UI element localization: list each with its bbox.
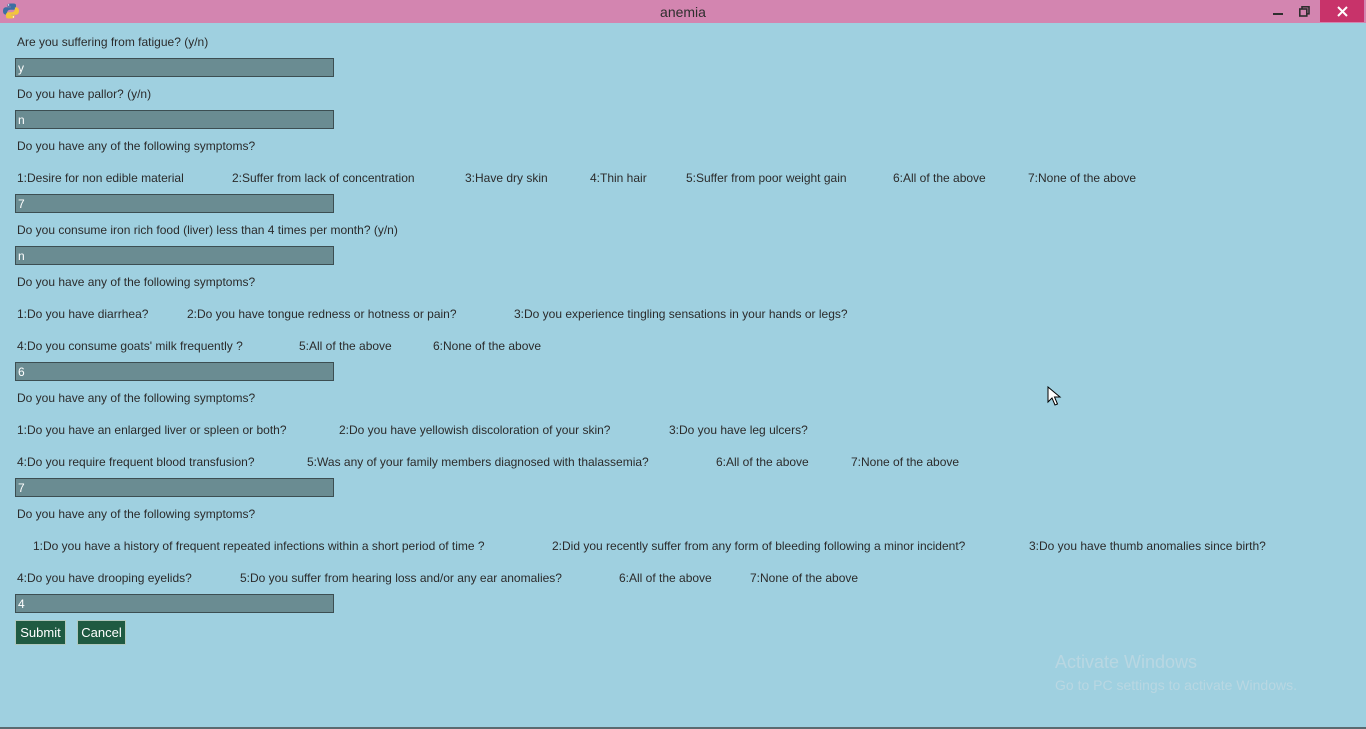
minimize-icon xyxy=(1273,13,1283,15)
symptom-option: 5:All of the above xyxy=(299,339,392,353)
symptom-option: 6:None of the above xyxy=(433,339,542,353)
symptom-option: 7:None of the above xyxy=(851,455,960,469)
question-pallor-label: Do you have pallor? (y/n) xyxy=(17,87,152,101)
symptom-option: 3:Do you have thumb anomalies since birt… xyxy=(1029,539,1266,553)
mouse-pointer-icon xyxy=(1047,386,1062,406)
symptom-option: 5:Suffer from poor weight gain xyxy=(686,171,847,185)
window-title: anemia xyxy=(660,4,706,20)
symptom-option: 7:None of the above xyxy=(750,571,859,585)
question-symptoms-3-label: Do you have any of the following symptom… xyxy=(17,391,256,405)
minimize-button[interactable] xyxy=(1266,0,1290,22)
symptom-option: 3:Have dry skin xyxy=(465,171,548,185)
symptom-option: 1:Do you have diarrhea? xyxy=(17,307,149,321)
symptom-option: 6:All of the above xyxy=(619,571,712,585)
question-symptoms-2-label: Do you have any of the following symptom… xyxy=(17,275,256,289)
title-bar[interactable]: anemia xyxy=(0,0,1366,23)
app-window: anemia Are you suffering from fatigue? (… xyxy=(0,0,1366,729)
symptom-option: 1:Do you have an enlarged liver or splee… xyxy=(17,423,287,437)
close-button[interactable] xyxy=(1320,0,1364,22)
close-icon xyxy=(1336,5,1348,17)
question-fatigue-label: Are you suffering from fatigue? (y/n) xyxy=(17,35,209,49)
symptom-option: 3:Do you experience tingling sensations … xyxy=(514,307,848,321)
restore-button[interactable] xyxy=(1292,0,1316,22)
symptom-option: 1:Do you have a history of frequent repe… xyxy=(33,539,485,553)
symptom-option: 2:Do you have yellowish discoloration of… xyxy=(339,423,611,437)
symptom-option: 5:Do you suffer from hearing loss and/or… xyxy=(240,571,562,585)
symptom-option: 1:Desire for non edible material xyxy=(17,171,184,185)
activate-windows-title: Activate Windows xyxy=(1055,652,1198,672)
fatigue-input[interactable] xyxy=(15,58,334,77)
cancel-button[interactable]: Cancel xyxy=(77,620,126,645)
symptom-option: 4:Do you have drooping eyelids? xyxy=(17,571,192,585)
symptom-option: 2:Did you recently suffer from any form … xyxy=(552,539,966,553)
python-app-icon xyxy=(3,3,19,19)
symptoms-2-input[interactable] xyxy=(15,362,334,381)
symptom-option: 3:Do you have leg ulcers? xyxy=(669,423,808,437)
symptom-option: 2:Do you have tongue redness or hotness … xyxy=(187,307,457,321)
symptom-option: 6:All of the above xyxy=(893,171,986,185)
symptom-option: 2:Suffer from lack of concentration xyxy=(232,171,415,185)
restore-icon xyxy=(1298,5,1310,17)
activate-windows-subtitle: Go to PC settings to activate Windows. xyxy=(1055,677,1297,693)
iron-food-input[interactable] xyxy=(15,246,334,265)
symptom-option: 4:Do you require frequent blood transfus… xyxy=(17,455,255,469)
symptom-option: 7:None of the above xyxy=(1028,171,1137,185)
symptom-option: 5:Was any of your family members diagnos… xyxy=(307,455,649,469)
question-symptoms-4-label: Do you have any of the following symptom… xyxy=(17,507,256,521)
pallor-input[interactable] xyxy=(15,110,334,129)
symptom-option: 4:Do you consume goats' milk frequently … xyxy=(17,339,243,353)
symptoms-1-input[interactable] xyxy=(15,194,334,213)
submit-button[interactable]: Submit xyxy=(15,620,66,645)
symptoms-3-input[interactable] xyxy=(15,478,334,497)
symptoms-4-input[interactable] xyxy=(15,594,334,613)
symptom-option: 4:Thin hair xyxy=(590,171,647,185)
symptom-option: 6:All of the above xyxy=(716,455,809,469)
question-symptoms-1-label: Do you have any of the following symptom… xyxy=(17,139,256,153)
question-iron-food-label: Do you consume iron rich food (liver) le… xyxy=(17,223,398,237)
